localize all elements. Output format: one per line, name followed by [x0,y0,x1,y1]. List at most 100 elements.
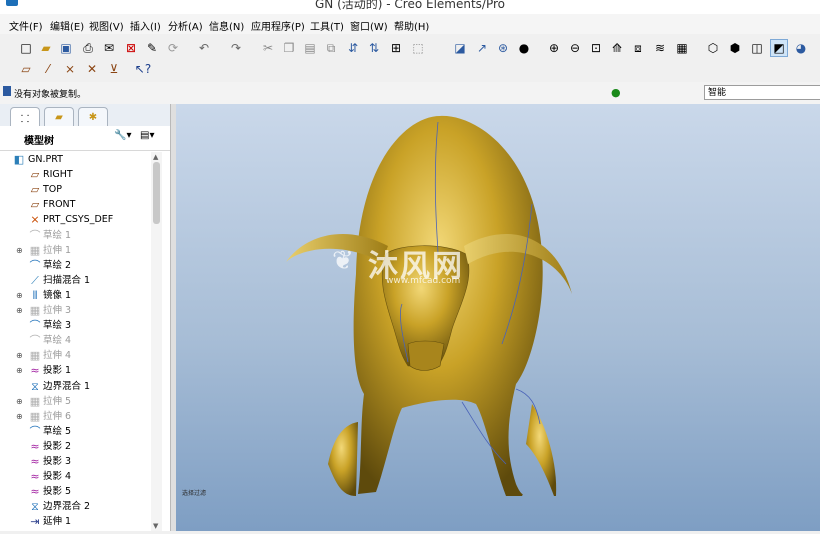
edit-icon[interactable]: ✎ [144,40,160,56]
binoculars-icon[interactable]: ⇅ [366,40,382,56]
selection-filter-select[interactable]: 智能 [704,85,820,100]
scroll-up-icon[interactable]: ▲ [153,153,158,161]
expand-icon[interactable]: ⊕ [16,409,23,424]
tree-item[interactable]: ⌒ 草绘 5 [0,424,150,439]
tree-item[interactable]: ⌒ 草绘 2 [0,258,150,273]
menu-file[interactable]: 文件(F) [9,18,43,33]
expand-icon[interactable]: ⊕ [16,303,23,318]
tree-item[interactable]: ▱ RIGHT [0,167,150,182]
tree-item[interactable]: ◧ GN.PRT [0,152,150,167]
axis-icon[interactable]: ↗ [474,40,490,56]
tree-item[interactable]: ▱ TOP [0,182,150,197]
tree-item[interactable]: ⟋ 扫描混合 1 [0,273,150,288]
datum-display-icon[interactable]: ◪ [452,40,468,56]
tree-item[interactable]: ⧖ 边界混合 1 [0,379,150,394]
tree-item[interactable]: ⊕ ▦ 拉伸 1 [0,243,150,258]
tree-item[interactable]: ≈ 投影 3 [0,454,150,469]
shading-icon[interactable]: ◩ [770,39,788,57]
tree-scrollbar[interactable]: ▲ ▼ [151,152,162,531]
navigator-tabs: ⸬ ▰ ✱ [0,104,170,128]
scroll-thumb[interactable] [153,162,160,224]
navigator-panel: ⸬ ▰ ✱ 模型树 🔧▾ ▤▾ ◧ GN.PRT ▱ RIGHT ▱ TOP ▱ FRONT ⨯… [0,104,171,531]
find-icon[interactable]: ⧉ [323,40,339,56]
tree-item-label: 草绘 3 [43,320,72,332]
regenerate-icon[interactable]: ⟳ [165,40,181,56]
csys-display-icon[interactable]: ⊛ [495,40,511,56]
spin-center-icon[interactable]: ● [516,40,532,56]
tree-item[interactable]: ▱ FRONT [0,197,150,212]
tree-show-button[interactable]: ▤▾ [140,130,154,146]
tree-item[interactable]: ⇥ 延伸 1 [0,514,150,529]
tree-item[interactable]: ⊕ ⫴ 镜像 1 [0,288,150,303]
tab-folder-browser[interactable]: ▰ [44,107,74,127]
datum-axis-icon[interactable]: ✕ [84,61,100,77]
undo-icon[interactable]: ↶ [196,40,212,56]
tree-item[interactable]: ⊕ ▦ 拉伸 4 [0,348,150,363]
hidden-line-icon[interactable]: ⬢ [727,40,743,56]
close-window-icon[interactable]: ⊠ [123,40,139,56]
expand-icon[interactable]: ⊕ [16,243,23,258]
tab-favorites[interactable]: ✱ [78,107,108,127]
scroll-down-icon[interactable]: ▼ [153,522,158,530]
graphics-window[interactable] [176,104,820,531]
expand-icon[interactable]: ⊕ [16,348,23,363]
model-tree-icon[interactable]: ◕ [793,40,809,56]
refit-icon[interactable]: ⊡ [588,40,604,56]
find-object-icon[interactable]: ⊞ [388,40,404,56]
appearance-icon[interactable]: ▦ [674,40,690,56]
whats-this-icon[interactable]: ↖? [135,61,151,77]
menu-view[interactable]: 视图(V) [89,18,124,33]
tree-item[interactable]: ⧖ 边界混合 2 [0,499,150,514]
zoom-in-icon[interactable]: ⊕ [546,40,562,56]
tab-model-tree[interactable]: ⸬ [10,107,40,128]
save-icon[interactable]: ▣ [58,40,74,56]
redo-icon[interactable]: ↷ [228,40,244,56]
tree-item[interactable]: ⨯ PRT_CSYS_DEF [0,212,150,227]
expand-icon[interactable]: ⊕ [16,394,23,409]
select-icon[interactable]: ⇵ [345,40,361,56]
no-hidden-icon[interactable]: ◫ [749,40,765,56]
reorient-icon[interactable]: ⟰ [609,40,625,56]
paste-icon[interactable]: ▤ [302,40,318,56]
print-icon[interactable]: ⎙ [80,40,96,56]
expand-icon[interactable]: ⊕ [16,363,23,378]
tree-item-label: 拉伸 1 [43,244,72,256]
menu-info[interactable]: 信息(N) [209,18,244,33]
menu-analysis[interactable]: 分析(A) [168,18,203,33]
tree-item[interactable]: ⊕ ▦ 拉伸 5 [0,394,150,409]
open-icon[interactable]: ▰ [38,40,54,56]
datum-point-icon[interactable]: ⨯ [62,61,78,77]
new-icon[interactable]: □ [18,40,34,56]
tree-item-label: 投影 3 [43,456,72,467]
expand-icon[interactable]: ⊕ [16,288,23,303]
send-icon[interactable]: ✉ [101,40,117,56]
tree-item-label: 镜像 1 [43,289,72,301]
tree-item[interactable]: ≈ 投影 2 [0,439,150,454]
cut-icon[interactable]: ✂ [260,40,276,56]
tree-item[interactable]: ⊕ ≈ 投影 1 [0,363,150,378]
copy-icon[interactable]: ❐ [281,40,297,56]
menu-applications[interactable]: 应用程序(P) [251,18,305,33]
tree-item[interactable]: ≈ 投影 5 [0,484,150,499]
sketch-pencil-icon[interactable]: ⁄ [40,61,56,77]
menu-edit[interactable]: 编辑(E) [50,18,84,33]
tree-item[interactable]: ⊕ ▦ 拉伸 3 [0,303,150,318]
tree-settings-button[interactable]: 🔧▾ [114,130,131,146]
tree-item[interactable]: ⌒ 草绘 1 [0,228,150,243]
tree-item[interactable]: ≈ 投影 4 [0,469,150,484]
menu-window[interactable]: 窗口(W) [350,18,388,33]
menu-tools[interactable]: 工具(T) [310,18,344,33]
menu-help[interactable]: 帮助(H) [394,18,429,33]
zoom-out-icon[interactable]: ⊖ [567,40,583,56]
menu-insert[interactable]: 插入(I) [130,18,161,33]
tree-item[interactable]: ⌒ 草绘 3 [0,318,150,333]
tree-item[interactable]: ⌒ 草绘 4 [0,333,150,348]
tree-item-label: 拉伸 5 [43,395,72,407]
sketch-plane-icon[interactable]: ▱ [18,61,34,77]
box-select-icon[interactable]: ⬚ [410,40,426,56]
layers-icon[interactable]: ≋ [652,40,668,56]
saved-views-icon[interactable]: ⧈ [630,40,646,56]
tree-item[interactable]: ⊕ ▦ 拉伸 6 [0,409,150,424]
wireframe-icon[interactable]: ⬡ [705,40,721,56]
analysis-icon[interactable]: ⊻ [106,61,122,77]
